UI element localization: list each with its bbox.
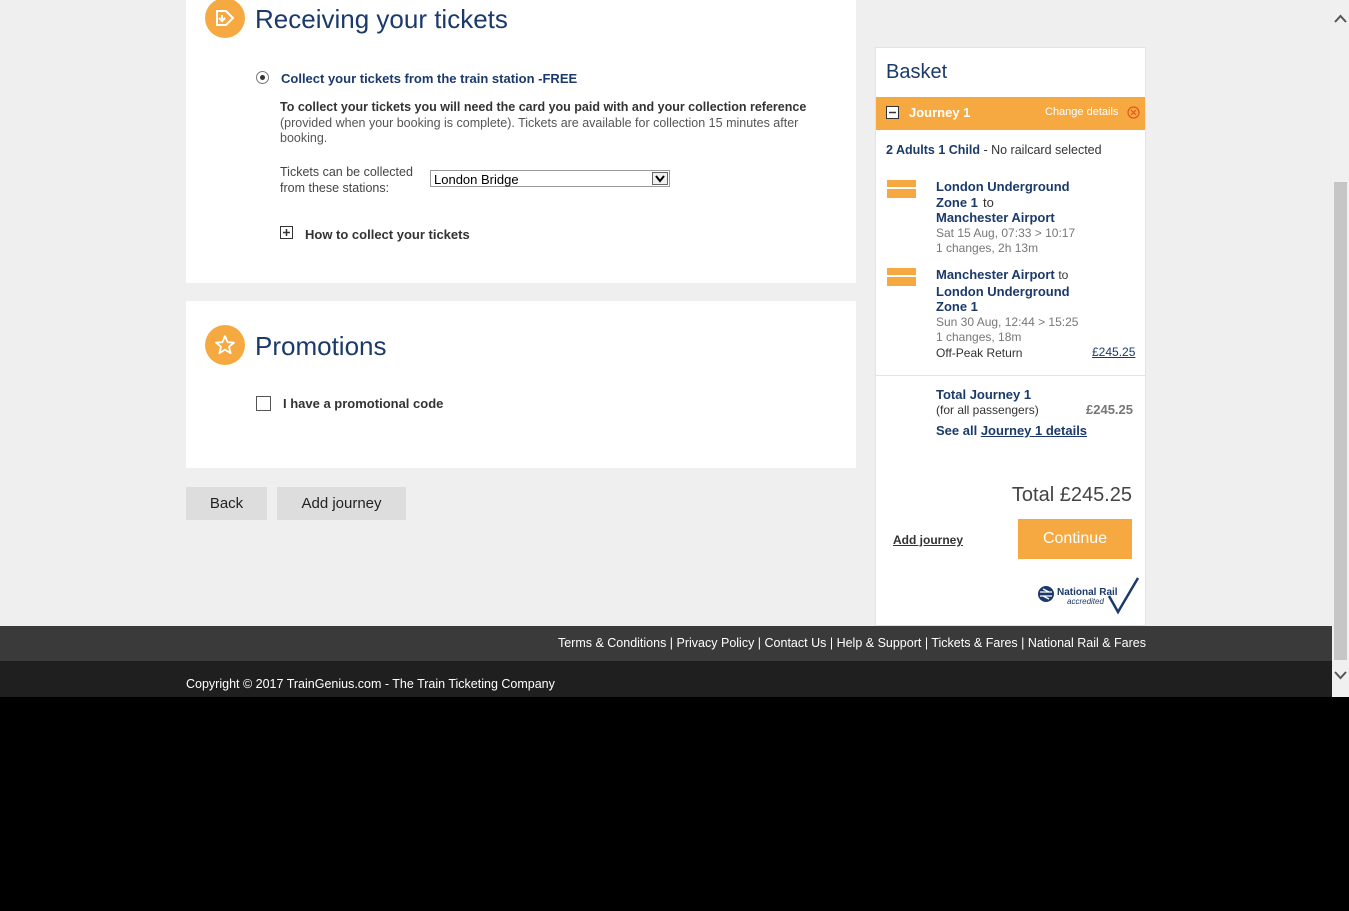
how-to-collect-label: How to collect your tickets <box>305 227 470 242</box>
leg-return-changes: 1 changes, 18m <box>936 330 1022 344</box>
chevron-down-icon <box>652 172 668 185</box>
leg-outbound-changes: 1 changes, 2h 13m <box>936 241 1039 255</box>
stations-label: Tickets can be collected from these stat… <box>280 164 413 196</box>
scrollbar-thumb[interactable] <box>1334 182 1347 660</box>
leg-outbound: London Underground Zone 1 to Manchester … <box>936 179 1086 257</box>
leg-outbound-datetime: Sat 15 Aug, 07:33 > 10:17 <box>936 225 1076 240</box>
accredited-line2: accredited <box>1067 597 1104 606</box>
footer-copyright-bar: Copyright © 2017 TrainGenius.com - The T… <box>0 661 1332 697</box>
page-viewport: Receiving your tickets Collect your tick… <box>0 0 1332 697</box>
collect-station-label[interactable]: Collect your tickets from the train stat… <box>281 71 577 86</box>
ticket-icon <box>887 268 916 286</box>
ticket-icon <box>887 180 916 198</box>
page-scrollbar[interactable] <box>1332 0 1349 697</box>
leg-return-to: London Underground Zone 1 <box>936 283 1070 315</box>
see-all-details: See all Journey 1 details <box>936 423 1087 438</box>
national-rail-logo: National Rail accredited <box>1037 577 1141 618</box>
journey-header-label: Journey 1 <box>909 105 971 120</box>
collection-info-rest: (provided when your booking is complete)… <box>280 115 799 146</box>
leg-outbound-to-word: to <box>983 195 994 210</box>
plus-icon <box>280 226 293 239</box>
footer-link-terms[interactable]: Terms & Conditions <box>558 636 666 650</box>
station-select-value: London Bridge <box>434 172 519 187</box>
ticket-arrow-icon <box>205 0 245 38</box>
promotions-title: Promotions <box>255 331 387 361</box>
leg-return-to-word: to <box>1058 268 1069 282</box>
back-button[interactable]: Back <box>186 487 267 520</box>
promotions-panel: Promotions I have a promotional code <box>186 301 856 468</box>
journey-header: Journey 1 Change details <box>876 97 1145 130</box>
fare-price-link[interactable]: £245.25 <box>1092 345 1135 359</box>
promo-code-checkbox[interactable] <box>256 396 271 411</box>
basket-divider <box>876 375 1145 376</box>
basket-title: Basket <box>886 61 948 83</box>
leg-return-datetime: Sun 30 Aug, 12:44 > 15:25 <box>936 314 1079 329</box>
checkmark-icon <box>1107 577 1140 615</box>
footer-link-privacy[interactable]: Privacy Policy <box>677 636 755 650</box>
receiving-tickets-panel: Receiving your tickets Collect your tick… <box>186 0 856 283</box>
footer-link-contact[interactable]: Contact Us <box>765 636 827 650</box>
change-details-link[interactable]: Change details <box>1045 106 1118 118</box>
promo-code-label[interactable]: I have a promotional code <box>283 396 443 411</box>
station-select[interactable]: London Bridge <box>430 170 670 187</box>
copyright-text: Copyright © 2017 TrainGenius.com - The T… <box>186 677 555 691</box>
chevron-up-icon[interactable] <box>1332 12 1349 26</box>
collect-station-radio[interactable] <box>256 71 269 84</box>
chevron-down-icon[interactable] <box>1332 668 1349 682</box>
railcard-info: - No railcard selected <box>980 143 1102 157</box>
leg-outbound-from: London Underground Zone 1 <box>936 179 1070 210</box>
journey-details-link[interactable]: Journey 1 details <box>981 423 1087 438</box>
footer-link-national-rail[interactable]: National Rail & Fares <box>1028 636 1146 650</box>
basket-add-journey-link[interactable]: Add journey <box>893 533 963 547</box>
passengers-count: 2 Adults 1 Child <box>886 143 980 157</box>
stations-label-line2: from these stations: <box>280 181 390 195</box>
star-icon <box>205 325 245 365</box>
add-journey-button[interactable]: Add journey <box>277 487 406 520</box>
leg-return-from: Manchester Airport <box>936 267 1055 282</box>
passengers-summary: 2 Adults 1 Child - No railcard selected <box>886 143 1102 157</box>
for-all-passengers: (for all passengers) <box>936 403 1039 417</box>
close-circle-icon[interactable] <box>1127 106 1140 119</box>
receiving-tickets-title: Receiving your tickets <box>255 4 508 34</box>
continue-button[interactable]: Continue <box>1018 519 1132 559</box>
basket-total: Total £245.25 <box>1011 484 1132 506</box>
footer-links: Terms & Conditions | Privacy Policy | Co… <box>557 636 1146 650</box>
footer-link-help[interactable]: Help & Support <box>837 636 922 650</box>
stations-label-line1: Tickets can be collected <box>280 165 413 179</box>
collection-info-bold: To collect your tickets you will need th… <box>280 100 807 114</box>
national-rail-symbol-icon <box>1038 586 1054 602</box>
basket-panel: Basket Journey 1 Change details 2 Adults… <box>875 47 1146 626</box>
minus-icon[interactable] <box>886 106 899 119</box>
footer-links-bar: Terms & Conditions | Privacy Policy | Co… <box>0 626 1332 661</box>
see-all-text: See all <box>936 423 978 438</box>
total-journey-label: Total Journey 1 <box>936 387 1032 402</box>
leg-outbound-to: Manchester Airport <box>936 210 1055 225</box>
collection-info: To collect your tickets you will need th… <box>280 100 810 147</box>
total-journey-price: £245.25 <box>1086 402 1133 417</box>
footer-link-tickets[interactable]: Tickets & Fares <box>931 636 1017 650</box>
